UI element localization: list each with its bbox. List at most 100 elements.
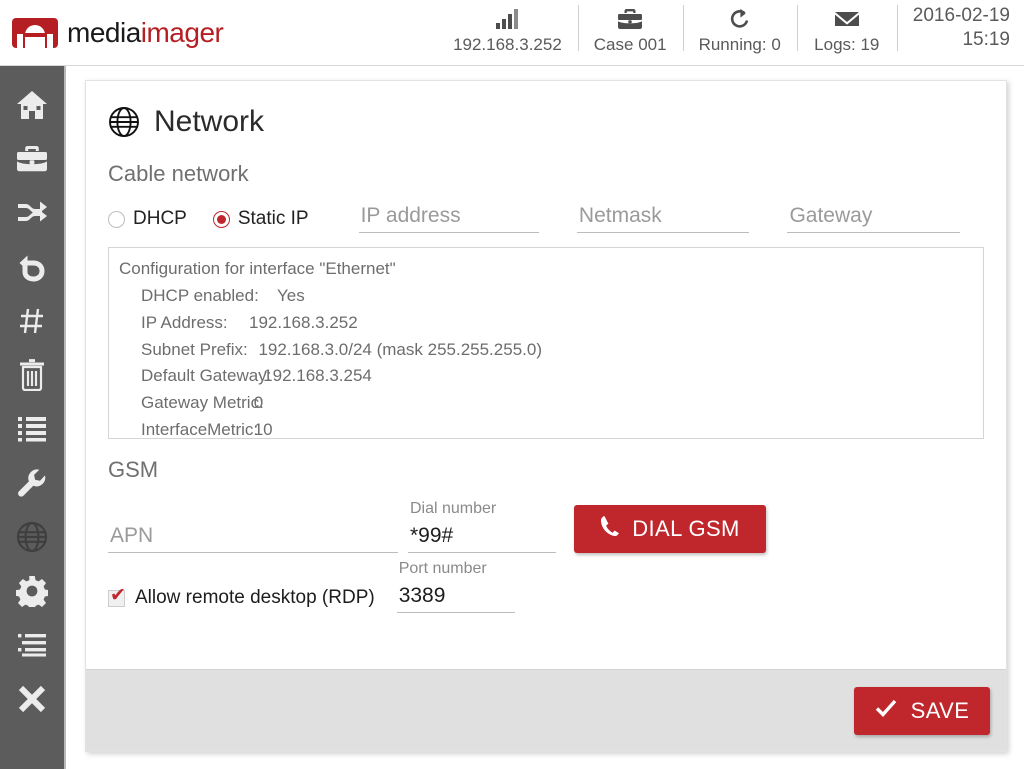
config-row: Subnet Prefix: 192.168.3.0/24 (mask 255.…: [119, 337, 973, 364]
logo-text-media: media: [67, 17, 141, 48]
network-settings-card: Network Cable network DHCP Static IP IP …: [85, 80, 1007, 752]
config-value: 0: [249, 393, 264, 413]
page-title: Network: [154, 105, 265, 138]
sidebar-item-wipe[interactable]: [0, 348, 65, 402]
config-value: 192.168.3.254: [249, 366, 372, 386]
radio-static-ip-indicator: [212, 210, 230, 228]
port-number-input[interactable]: 3389: [396, 584, 515, 614]
interface-configuration-box: Configuration for interface "Ethernet" D…: [108, 247, 984, 439]
config-value: 192.168.3.0/24 (mask 255.255.255.0): [249, 339, 542, 359]
config-value: Yes: [249, 285, 305, 305]
radio-dhcp-indicator: [108, 210, 125, 228]
x-icon: [17, 684, 47, 714]
dial-number-field[interactable]: Dial number *99#: [408, 500, 556, 553]
shuffle-icon: [16, 200, 48, 226]
cable-network-row: DHCP Static IP IP address Netmask Gatewa…: [108, 197, 984, 233]
rdp-checkbox[interactable]: ✔ Allow remote desktop (RDP): [108, 586, 375, 613]
globe-icon: [108, 106, 140, 138]
header-logs-label: Logs: 19: [814, 35, 880, 54]
apn-input[interactable]: APN: [108, 524, 398, 553]
app-header: mediaimager 192.168.3.252 Case 001 Runni…: [0, 0, 1024, 66]
config-row: Gateway Metric: 0: [119, 390, 973, 417]
config-key: InterfaceMetric:: [141, 420, 259, 439]
card-body: Network Cable network DHCP Static IP IP …: [86, 81, 1006, 669]
app-window: mediaimager 192.168.3.252 Case 001 Runni…: [0, 0, 1024, 769]
gateway-field[interactable]: Gateway: [787, 204, 960, 233]
left-sidebar: [0, 66, 66, 769]
dial-number-label: Dial number: [410, 499, 497, 517]
rdp-row: ✔ Allow remote desktop (RDP) Port number…: [108, 560, 984, 614]
config-row: IP Address: 192.168.3.252: [119, 310, 973, 337]
config-key: Default Gateway:: [141, 366, 272, 386]
port-number-field[interactable]: Port number 3389: [396, 560, 515, 614]
briefcase-icon: [16, 145, 48, 173]
phone-icon: [600, 515, 620, 543]
undo-arrow-icon: [16, 252, 48, 282]
dial-number-input[interactable]: *99#: [408, 524, 556, 553]
sidebar-item-home[interactable]: [0, 78, 65, 132]
trash-icon: [18, 359, 46, 391]
logo-text-imager: imager: [140, 17, 224, 48]
header-ip-label: 192.168.3.252: [453, 35, 562, 54]
sidebar-item-tools[interactable]: [0, 456, 65, 510]
config-key: DHCP enabled:: [141, 285, 259, 305]
gsm-section-label: GSM: [108, 457, 159, 482]
sidebar-item-log[interactable]: [0, 618, 65, 672]
checkbox-indicator: ✔: [108, 586, 126, 607]
ip-address-field[interactable]: IP address: [358, 204, 539, 233]
rdp-checkbox-label: Allow remote desktop (RDP): [135, 587, 375, 609]
gateway-input[interactable]: Gateway: [787, 204, 960, 233]
sidebar-item-transfer[interactable]: [0, 186, 65, 240]
list-icon: [17, 416, 47, 442]
card-footer: SAVE: [86, 669, 1006, 751]
apn-field[interactable]: APN: [108, 524, 398, 553]
config-key: Gateway Metric:: [141, 393, 264, 413]
sidebar-item-hash[interactable]: [0, 294, 65, 348]
page-title-row: Network: [108, 99, 984, 145]
envelope-icon: [834, 6, 860, 32]
mediaimager-logo-icon: [12, 18, 58, 48]
globe-icon: [16, 521, 48, 553]
config-key: Subnet Prefix:: [141, 339, 248, 359]
ip-address-input[interactable]: IP address: [358, 204, 539, 233]
port-number-label: Port number: [398, 560, 487, 577]
sidebar-item-undo[interactable]: [0, 240, 65, 294]
home-icon: [16, 90, 48, 120]
radio-static-ip-label: Static IP: [237, 208, 309, 229]
gear-icon: [16, 575, 48, 607]
header-item-logs[interactable]: Logs: 19: [796, 0, 897, 60]
dial-gsm-button[interactable]: DIAL GSM: [574, 505, 766, 553]
gsm-row: APN Dial number *99# DIAL GSM: [108, 500, 984, 553]
refresh-icon: [728, 6, 752, 32]
netmask-input[interactable]: Netmask: [576, 204, 750, 233]
sidebar-item-case[interactable]: [0, 132, 65, 186]
netmask-field[interactable]: Netmask: [576, 204, 750, 233]
radio-static-ip[interactable]: Static IP: [212, 208, 309, 233]
header-item-ip[interactable]: 192.168.3.252: [437, 0, 578, 60]
sidebar-item-list[interactable]: [0, 402, 65, 456]
wrench-icon: [16, 467, 48, 499]
save-button-label: SAVE: [910, 697, 970, 723]
sidebar-item-close[interactable]: [0, 672, 65, 726]
header-status-items: 192.168.3.252 Case 001 Running: 0 Logs: …: [437, 0, 1024, 64]
sidebar-item-settings[interactable]: [0, 564, 65, 618]
config-row: DHCP enabled: Yes: [119, 283, 973, 310]
config-row: InterfaceMetric: 10: [119, 417, 973, 439]
header-running-label: Running: 0: [698, 35, 781, 54]
indented-list-icon: [17, 633, 47, 657]
header-case-label: Case 001: [593, 35, 667, 54]
radio-dhcp-label: DHCP: [133, 208, 187, 229]
sidebar-item-network[interactable]: [0, 510, 65, 564]
cable-network-section-label: Cable network: [108, 161, 249, 186]
save-button[interactable]: SAVE: [854, 686, 990, 735]
radio-dhcp[interactable]: DHCP: [108, 208, 187, 233]
logo-text: mediaimager: [67, 17, 224, 48]
briefcase-icon: [617, 6, 643, 32]
header-item-case[interactable]: Case 001: [577, 0, 683, 60]
dial-gsm-label: DIAL GSM: [632, 516, 740, 541]
header-date: 2016-02-19: [912, 5, 1010, 26]
signal-bars-icon: [496, 6, 519, 32]
header-item-running[interactable]: Running: 0: [682, 0, 797, 60]
hash-icon: [18, 307, 46, 335]
app-logo[interactable]: mediaimager: [12, 15, 224, 51]
